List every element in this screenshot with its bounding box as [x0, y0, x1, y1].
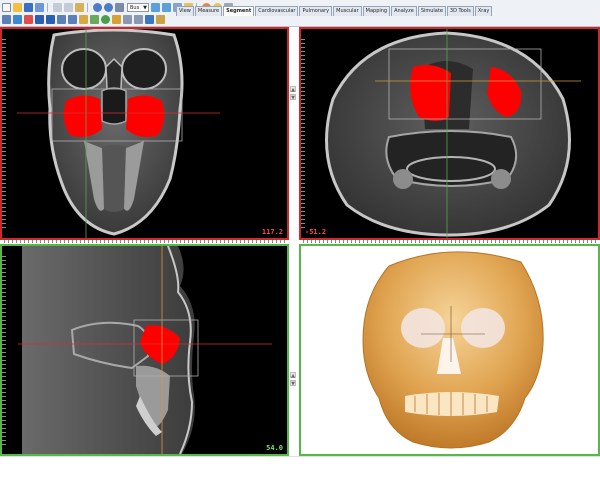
slice-position-value: -51.2 — [305, 228, 327, 236]
coronal-viewer[interactable]: 117.2 — [0, 27, 289, 240]
tab-pulmonary[interactable]: Pulmonary — [299, 6, 333, 16]
wand-icon[interactable] — [156, 15, 165, 24]
scroll-down-icon[interactable]: ▼ — [290, 380, 296, 387]
axial-slice-image — [325, 29, 581, 238]
eraser-icon[interactable] — [57, 15, 66, 24]
copy-icon[interactable] — [64, 2, 73, 12]
cut-icon[interactable] — [53, 2, 62, 12]
move-icon[interactable] — [115, 2, 124, 12]
select-icon[interactable] — [2, 15, 11, 24]
ribbon-tabs: View Measure Segment Cardiovascular Pulm… — [176, 6, 493, 16]
right-sinus-segment — [126, 95, 165, 137]
threshold-icon[interactable] — [24, 15, 33, 24]
tab-segment[interactable]: Segment — [223, 6, 255, 16]
fill-icon[interactable] — [79, 15, 88, 24]
tab-measure[interactable]: Measure — [194, 6, 223, 16]
pencil-icon[interactable] — [46, 15, 55, 24]
toolbar: Bus ▼ View Measure Segment Cardiovascular… — [0, 0, 600, 27]
tab-simulate[interactable]: Simulate — [417, 6, 446, 16]
zoom-out-icon[interactable] — [162, 2, 171, 12]
split-icon[interactable] — [123, 15, 132, 24]
draw-icon[interactable] — [13, 15, 22, 24]
brush-icon[interactable] — [35, 15, 44, 24]
scroll-up-icon[interactable]: ▲ — [290, 372, 296, 379]
chevron-down-icon: ▼ — [143, 4, 147, 11]
toolbar-separator — [47, 2, 48, 12]
tab-analyze[interactable]: Analyze — [391, 6, 417, 16]
sagittal-viewer[interactable]: 54.0 — [0, 244, 289, 456]
vertical-ruler — [2, 39, 6, 229]
tab-3d-tools[interactable]: 3D Tools — [446, 6, 474, 16]
lasso-icon[interactable] — [68, 15, 77, 24]
open-folder-icon[interactable] — [13, 2, 22, 12]
save-icon[interactable] — [24, 2, 33, 12]
redo-icon[interactable] — [104, 2, 113, 12]
scroll-down-icon[interactable]: ▼ — [290, 94, 296, 101]
zoom-in-icon[interactable] — [151, 2, 160, 12]
status-bar — [0, 456, 600, 481]
left-sinus-segment — [63, 95, 102, 137]
toolbar-row-bottom — [0, 14, 165, 25]
zoom-combo[interactable]: Bus ▼ — [127, 2, 149, 12]
region-grow-icon[interactable] — [90, 15, 99, 24]
slice-position-value: 54.0 — [266, 444, 283, 452]
new-file-icon[interactable] — [2, 2, 11, 12]
tab-view[interactable]: View — [176, 6, 194, 16]
scroll-up-icon[interactable]: ▲ — [290, 86, 296, 93]
print-icon[interactable] — [35, 2, 44, 12]
undo-icon[interactable] — [93, 2, 102, 12]
vertical-ruler — [2, 256, 6, 446]
merge-icon[interactable] — [134, 15, 143, 24]
smooth-icon[interactable] — [101, 15, 110, 24]
slice-position-value: 117.2 — [261, 228, 283, 236]
paste-icon[interactable] — [75, 2, 84, 12]
coronal-slice-image — [17, 29, 220, 238]
zoom-combo-value: Bus — [130, 4, 140, 11]
volume-rendering-image — [362, 251, 544, 449]
tab-muscular[interactable]: Muscular — [333, 6, 362, 16]
mask-icon[interactable] — [112, 15, 121, 24]
toolbar-separator — [87, 2, 88, 12]
sagittal-slice-image — [18, 246, 272, 454]
horizontal-ruler — [4, 240, 288, 243]
vertical-ruler — [301, 39, 305, 229]
tab-xray[interactable]: Xray — [474, 6, 493, 16]
horizontal-ruler — [303, 240, 597, 243]
axial-viewer[interactable]: -51.2 — [299, 27, 600, 240]
tab-cardiovascular[interactable]: Cardiovascular — [255, 6, 299, 16]
volume-3d-viewer[interactable] — [299, 244, 600, 456]
export-icon[interactable] — [145, 15, 154, 24]
tab-mapping[interactable]: Mapping — [362, 6, 391, 16]
